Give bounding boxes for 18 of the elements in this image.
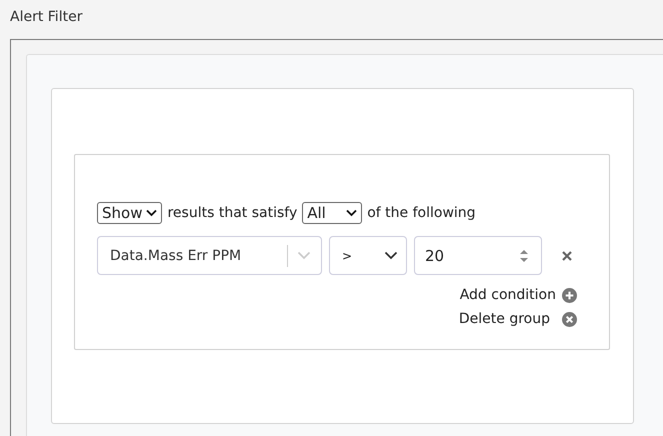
mode-select[interactable]: Show xyxy=(97,202,162,224)
spinner-icon xyxy=(519,248,529,264)
chevron-icon xyxy=(146,209,158,217)
delete-group-button[interactable]: Delete group xyxy=(458,311,577,327)
value-input[interactable]: 20 xyxy=(414,236,542,275)
rule-text: of the following xyxy=(367,205,476,221)
chevron-icon xyxy=(384,251,398,260)
window-title: Alert Filter xyxy=(9,8,84,27)
quantifier-select[interactable]: All xyxy=(302,202,362,224)
close-icon xyxy=(561,250,573,262)
rule-text: results that satisfy xyxy=(167,205,298,221)
add-condition-button[interactable]: Add condition xyxy=(460,287,577,303)
field-select[interactable]: Data.Mass Err PPM xyxy=(97,236,322,275)
close-circle-icon xyxy=(562,312,577,326)
operator-select[interactable]: > xyxy=(329,236,407,275)
chevron-icon xyxy=(297,251,311,260)
plus-circle-icon xyxy=(562,288,577,302)
chevron-icon xyxy=(346,209,358,217)
